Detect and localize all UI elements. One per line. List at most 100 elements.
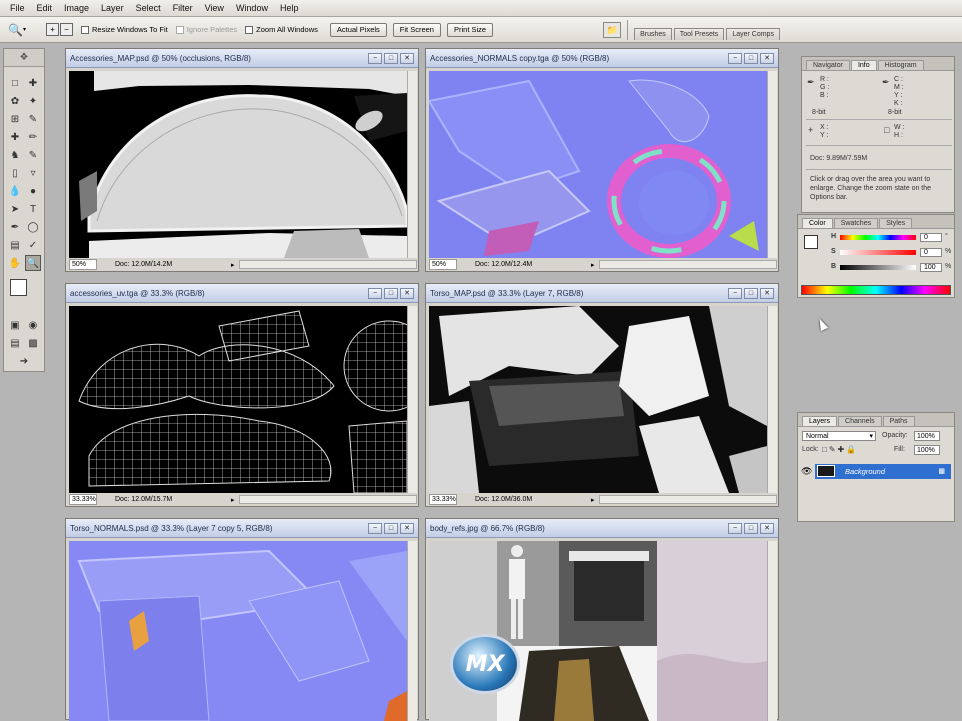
maximize-button[interactable]: □ — [384, 287, 398, 299]
menu-help[interactable]: Help — [274, 0, 305, 17]
maximize-button[interactable]: □ — [384, 52, 398, 64]
tab-swatches[interactable]: Swatches — [833, 218, 879, 228]
zoom-level-field[interactable]: 33.33% — [69, 494, 97, 505]
blur-tool-icon[interactable]: 💧 — [7, 183, 23, 199]
maximize-button[interactable]: □ — [744, 52, 758, 64]
file-browser-icon[interactable]: 📁 — [603, 21, 622, 38]
lasso-tool-icon[interactable]: ✿ — [7, 93, 23, 109]
saturation-slider[interactable] — [840, 250, 916, 255]
document-window-accessories-normals[interactable]: Accessories_NORMALS copy.tga @ 50% (RGB/… — [425, 48, 779, 272]
magic-wand-tool-icon[interactable]: ✦ — [25, 93, 41, 109]
close-button[interactable]: ✕ — [400, 52, 414, 64]
close-button[interactable]: ✕ — [400, 522, 414, 534]
path-selection-tool-icon[interactable]: ➤ — [7, 201, 23, 217]
layer-comps-tab[interactable]: Layer Comps — [726, 27, 780, 40]
zoom-tool-icon[interactable]: 🔍 — [25, 255, 41, 271]
horizontal-scrollbar[interactable] — [598, 260, 777, 269]
document-titlebar[interactable]: Torso_NORMALS.psd @ 33.3% (Layer 7 copy … — [66, 519, 418, 538]
zoom-in-icon[interactable]: + — [46, 23, 59, 36]
crop-tool-icon[interactable]: ⊞ — [7, 111, 23, 127]
fill-field[interactable]: 100% — [914, 445, 940, 455]
close-button[interactable]: ✕ — [760, 52, 774, 64]
zoom-level-field[interactable]: 33.33% — [429, 494, 457, 505]
quick-mask-icon[interactable]: ◉ — [25, 317, 41, 333]
document-window-torso-map[interactable]: Torso_MAP.psd @ 33.3% (Layer 7, RGB/8) −… — [425, 283, 779, 507]
type-tool-icon[interactable]: T — [25, 201, 41, 217]
document-canvas[interactable] — [69, 306, 407, 493]
minimize-button[interactable]: − — [728, 287, 742, 299]
maximize-button[interactable]: □ — [744, 287, 758, 299]
zoom-tool-preset-icon[interactable]: 🔍 ▾ — [8, 21, 38, 39]
vertical-scrollbar[interactable] — [407, 541, 417, 721]
screen-mode-standard-icon[interactable]: ▤ — [7, 335, 23, 351]
brightness-value-field[interactable]: 100 — [920, 263, 942, 272]
layer-row-background[interactable]: 👁 Background ▩ — [801, 463, 951, 479]
standard-mode-icon[interactable]: ▣ — [7, 317, 23, 333]
status-menu-arrow-icon[interactable]: ▸ — [591, 496, 595, 504]
tab-info[interactable]: Info — [850, 60, 877, 70]
healing-brush-tool-icon[interactable]: ✚ — [7, 129, 23, 145]
menu-image[interactable]: Image — [58, 0, 95, 17]
document-window-torso-normals[interactable]: Torso_NORMALS.psd @ 33.3% (Layer 7 copy … — [65, 518, 419, 721]
imageready-jump-icon[interactable]: ➔ — [16, 353, 32, 369]
maximize-button[interactable]: □ — [384, 522, 398, 534]
minimize-button[interactable]: − — [728, 522, 742, 534]
fit-screen-button[interactable]: Fit Screen — [392, 22, 441, 37]
move-tool-icon[interactable]: ✚ — [25, 75, 41, 91]
color-spectrum-bar[interactable] — [801, 285, 951, 295]
document-titlebar[interactable]: Accessories_NORMALS copy.tga @ 50% (RGB/… — [426, 49, 778, 68]
vertical-scrollbar[interactable] — [767, 541, 777, 721]
tab-navigator[interactable]: Navigator — [806, 60, 850, 70]
foreground-color-swatch[interactable] — [10, 279, 27, 296]
close-button[interactable]: ✕ — [400, 287, 414, 299]
actual-pixels-button[interactable]: Actual Pixels — [329, 22, 387, 37]
visibility-eye-icon[interactable]: 👁 — [801, 466, 815, 477]
menu-file[interactable]: File — [4, 0, 31, 17]
document-canvas[interactable] — [429, 541, 767, 721]
pen-tool-icon[interactable]: ✒ — [7, 219, 23, 235]
lock-options-icon[interactable]: □✎✚🔒 — [822, 445, 858, 454]
menu-view[interactable]: View — [199, 0, 230, 17]
dodge-tool-icon[interactable]: ● — [25, 183, 41, 199]
horizontal-scrollbar[interactable] — [238, 260, 417, 269]
marquee-tool-icon[interactable]: □ — [7, 75, 23, 91]
vertical-scrollbar[interactable] — [767, 306, 777, 493]
tab-styles[interactable]: Styles — [879, 218, 913, 228]
tab-channels[interactable]: Channels — [838, 416, 882, 426]
document-canvas[interactable] — [69, 71, 407, 258]
hand-tool-icon[interactable]: ✋ — [7, 255, 23, 271]
document-titlebar[interactable]: accessories_uv.tga @ 33.3% (RGB/8) − □ ✕ — [66, 284, 418, 303]
eraser-tool-icon[interactable]: ▯ — [7, 165, 23, 181]
minimize-button[interactable]: − — [368, 52, 382, 64]
hue-slider[interactable] — [840, 235, 916, 240]
print-size-button[interactable]: Print Size — [446, 22, 494, 37]
menu-filter[interactable]: Filter — [167, 0, 199, 17]
close-button[interactable]: ✕ — [760, 522, 774, 534]
status-menu-arrow-icon[interactable]: ▸ — [231, 496, 235, 504]
tab-paths[interactable]: Paths — [882, 416, 915, 426]
hue-value-field[interactable]: 0 — [920, 233, 942, 242]
zoom-level-field[interactable]: 50% — [69, 259, 97, 270]
close-button[interactable]: ✕ — [760, 287, 774, 299]
opacity-field[interactable]: 100% — [914, 431, 940, 441]
slice-tool-icon[interactable]: ✎ — [25, 111, 41, 127]
saturation-value-field[interactable]: 0 — [920, 248, 942, 257]
document-titlebar[interactable]: Torso_MAP.psd @ 33.3% (Layer 7, RGB/8) −… — [426, 284, 778, 303]
color-foreground-swatch[interactable] — [804, 235, 818, 249]
brightness-slider[interactable] — [840, 265, 916, 270]
status-menu-arrow-icon[interactable]: ▸ — [591, 261, 595, 269]
notes-tool-icon[interactable]: ▤ — [7, 237, 23, 253]
menu-select[interactable]: Select — [130, 0, 167, 17]
brushes-tab[interactable]: Brushes — [634, 27, 672, 40]
zoom-level-field[interactable]: 50% — [429, 259, 457, 270]
document-titlebar[interactable]: body_refs.jpg @ 66.7% (RGB/8) − □ ✕ — [426, 519, 778, 538]
document-window-accessories-uv[interactable]: accessories_uv.tga @ 33.3% (RGB/8) − □ ✕… — [65, 283, 419, 507]
document-titlebar[interactable]: Accessories_MAP.psd @ 50% (occlusions, R… — [66, 49, 418, 68]
blend-mode-select[interactable]: Normal ▾ — [802, 431, 876, 441]
screen-mode-full-icon[interactable]: ▩ — [25, 335, 41, 351]
shape-tool-icon[interactable]: ◯ — [25, 219, 41, 235]
horizontal-scrollbar[interactable] — [598, 495, 777, 504]
zoom-out-icon[interactable]: − — [60, 23, 73, 36]
brush-tool-icon[interactable]: ✏ — [25, 129, 41, 145]
ignore-palettes-checkbox[interactable]: Ignore Palettes — [175, 25, 237, 34]
